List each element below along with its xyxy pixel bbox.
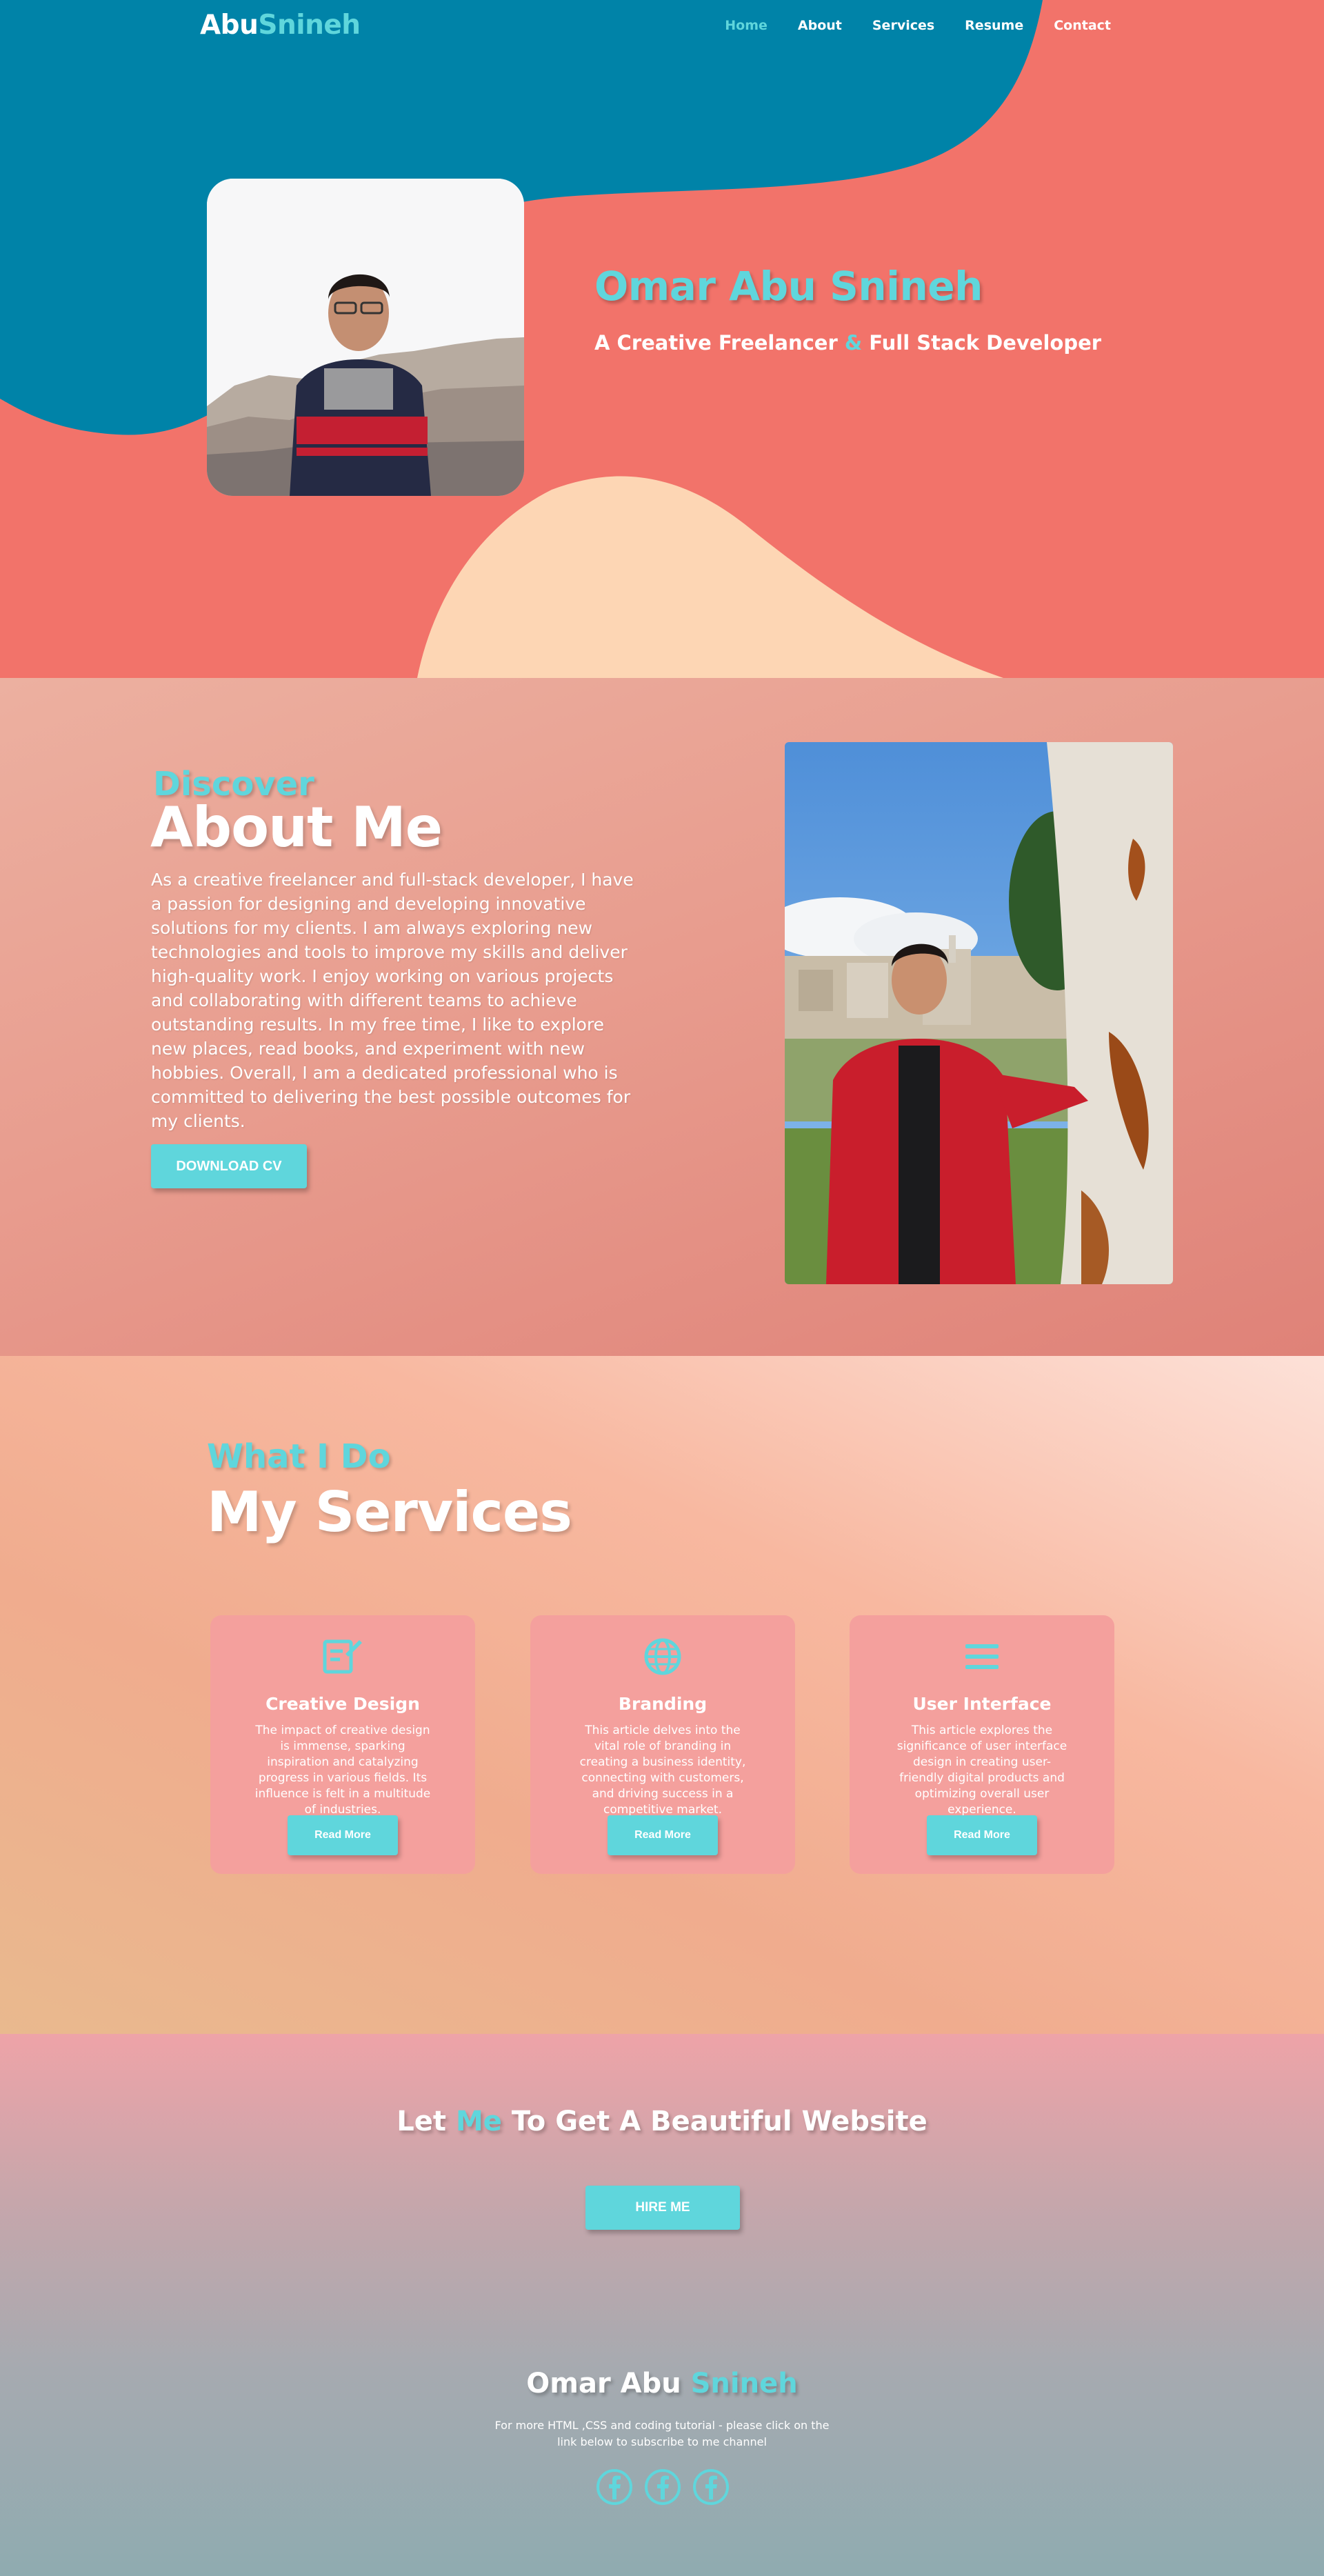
service-card-text: This article delves into the vital role …: [579, 1724, 746, 1817]
nav-links: Home About Services Resume Contact: [725, 18, 1111, 33]
cta-part-1: Let: [397, 2106, 446, 2137]
service-card-title: Branding: [618, 1694, 708, 1714]
about-section: Discover About Me As a creative freelanc…: [0, 678, 1324, 1356]
footer-name-part-2: Snineh: [690, 2368, 798, 2399]
top-nav: AbuSnineh Home About Services Resume Con…: [0, 0, 1324, 55]
hero-name: Omar Abu Snineh: [594, 263, 983, 310]
footer-name: Omar Abu Snineh: [0, 2368, 1324, 2399]
nav-link-contact[interactable]: Contact: [1054, 18, 1111, 33]
service-card-text: This article explores the significance o…: [896, 1724, 1067, 1817]
hero-subtitle: A Creative Freelancer & Full Stack Devel…: [594, 331, 1101, 355]
hero-profile-photo: [207, 179, 524, 496]
social-links: [596, 2468, 730, 2506]
globe-icon: [644, 1638, 681, 1675]
portrait-illustration: [207, 179, 524, 496]
footer-text: For more HTML ,CSS and coding tutorial -…: [494, 2419, 830, 2448]
nav-link-home[interactable]: Home: [725, 18, 768, 33]
about-title: About Me: [150, 795, 443, 859]
design-icon: [323, 1639, 362, 1674]
hero-subtitle-part-1: A Creative Freelancer: [594, 331, 838, 355]
facebook-icon[interactable]: [596, 2468, 633, 2506]
service-card-title: User Interface: [912, 1694, 1052, 1714]
read-more-button[interactable]: Read More: [608, 1815, 718, 1855]
cta-highlight: Me: [455, 2106, 502, 2137]
hero-section: AbuSnineh Home About Services Resume Con…: [0, 0, 1324, 678]
service-card-user-interface: User Interface This article explores the…: [850, 1615, 1114, 1874]
services-eyebrow: What I Do: [207, 1437, 391, 1476]
hire-cta-heading: Let Me To Get A Beautiful Website: [0, 2106, 1324, 2137]
service-card-text: The impact of creative design is immense…: [254, 1724, 431, 1817]
about-photo-illustration: [785, 742, 1173, 1284]
hero-subtitle-amp: &: [844, 331, 863, 355]
hire-section: Let Me To Get A Beautiful Website HIRE M…: [0, 2034, 1324, 2576]
about-text: As a creative freelancer and full-stack …: [151, 870, 634, 1131]
service-card-branding: Branding This article delves into the vi…: [530, 1615, 795, 1874]
nav-link-about[interactable]: About: [798, 18, 842, 33]
services-section: What I Do My Services Creative Design Th…: [0, 1356, 1324, 2034]
about-photo: [785, 742, 1173, 1284]
logo-part-1: Abu: [200, 10, 259, 41]
logo-part-2: Snineh: [258, 10, 361, 41]
service-card-creative-design: Creative Design The impact of creative d…: [210, 1615, 475, 1874]
hero-subtitle-part-2: Full Stack Developer: [869, 331, 1102, 355]
menu-icon: [965, 1644, 999, 1669]
cta-part-2: To Get A Beautiful Website: [511, 2106, 927, 2137]
service-card-title: Creative Design: [265, 1694, 420, 1714]
nav-link-resume[interactable]: Resume: [965, 18, 1023, 33]
nav-link-services[interactable]: Services: [872, 18, 934, 33]
facebook-icon[interactable]: [692, 2468, 730, 2506]
site-logo[interactable]: AbuSnineh: [200, 10, 361, 41]
download-cv-button[interactable]: DOWNLOAD CV: [151, 1144, 307, 1188]
facebook-icon[interactable]: [644, 2468, 681, 2506]
services-title: My Services: [207, 1480, 572, 1544]
read-more-button[interactable]: Read More: [288, 1815, 398, 1855]
read-more-button[interactable]: Read More: [927, 1815, 1037, 1855]
hire-me-button[interactable]: HIRE ME: [585, 2186, 740, 2230]
footer-name-part-1: Omar Abu: [526, 2368, 681, 2399]
